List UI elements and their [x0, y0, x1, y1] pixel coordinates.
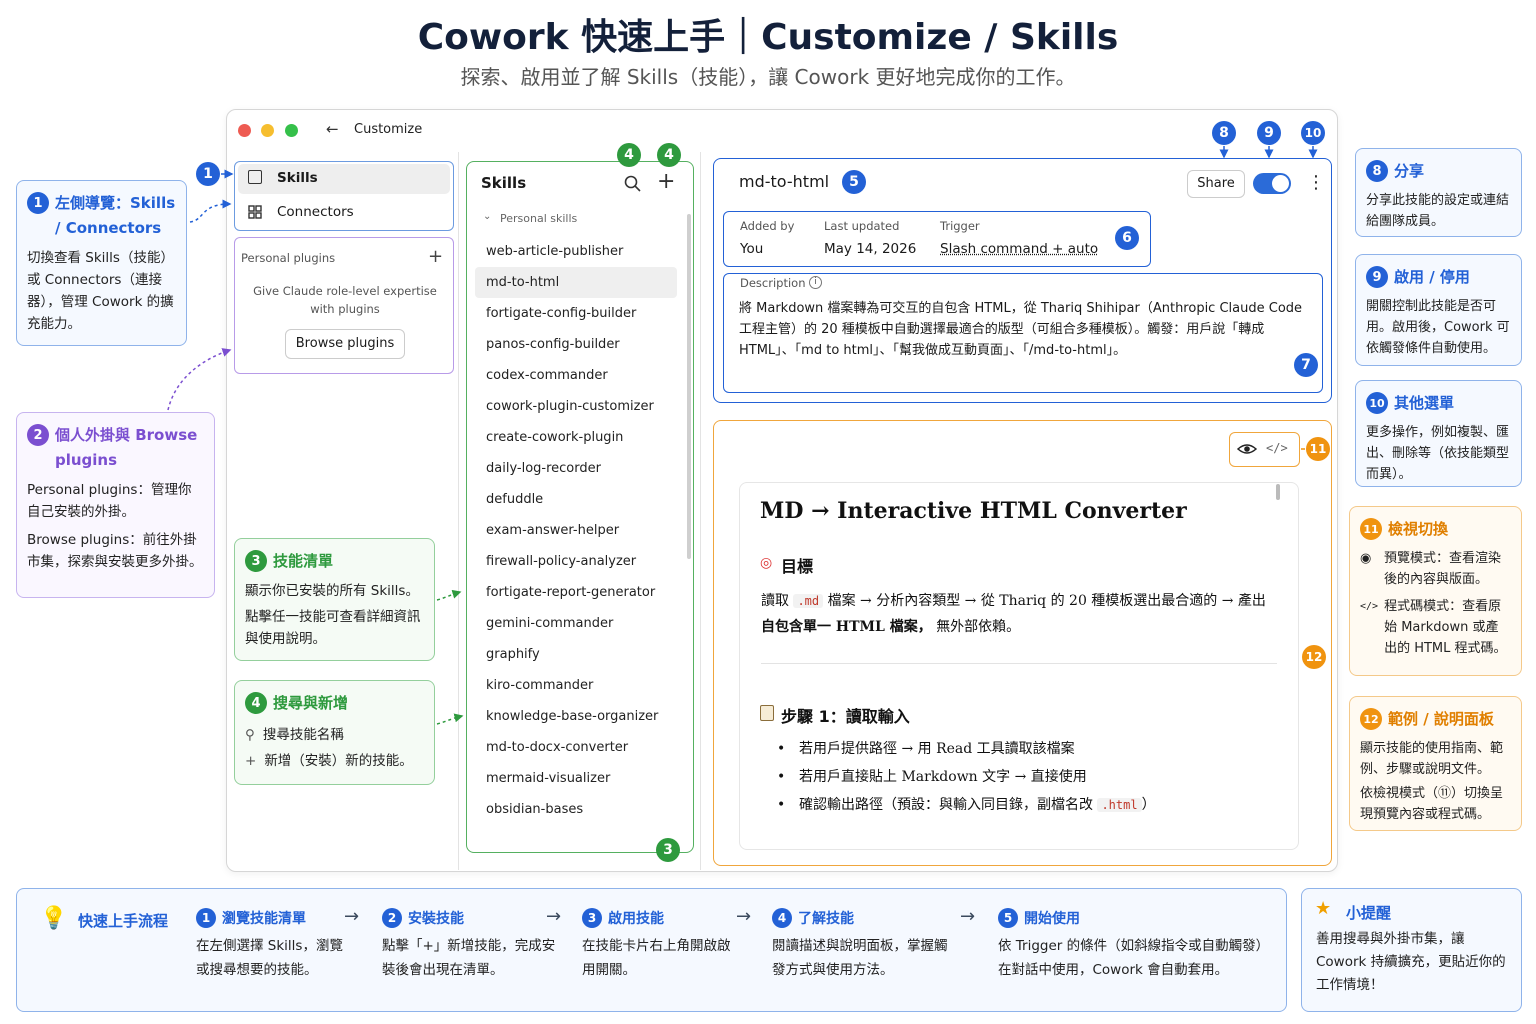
star-icon: ★ — [1315, 898, 1332, 919]
flow-title: 快速上手流程 — [78, 912, 169, 930]
tip-title: 小提醒 — [1346, 904, 1392, 922]
callout-view-toggle: 11 檢視切換 ◉ 預覽模式：查看渲染後的內容與版面。 </> 程式碼模式：查看原始 … — [1349, 506, 1522, 676]
flow-step-2: 2 安裝技能 點擊「+」新增技能，完成安裝後會出現在清單。 — [382, 908, 557, 982]
callout-more-menu: 10 其他選單 更多操作，例如複製、匯出、刪除等（依技能類型而異）。 — [1355, 380, 1522, 487]
search-icon: ⚲ — [245, 727, 255, 743]
code-icon: </> — [1360, 601, 1379, 612]
eye-icon: ◉ — [1360, 551, 1372, 566]
callout-left-nav: 1 左側導覽：Skills / Connectors 切換查看 Skills（技能… — [16, 180, 187, 346]
flow-arrow: → — [736, 906, 752, 927]
flow-step-5: 5 開始使用 依 Trigger 的條件（如斜線指令或自動觸發）在對話中使用，Co… — [998, 908, 1278, 982]
callout-plugins: 2 個人外掛與 Browse plugins Personal plugins：管… — [16, 412, 215, 598]
plus-icon: + — [245, 753, 257, 769]
flow-arrow: → — [546, 906, 562, 927]
flow-arrow: → — [344, 906, 360, 927]
callout-skill-list: 3 技能清單 顯示你已安裝的所有 Skills。 點擊任一技能可查看詳細資訊與使用… — [234, 538, 435, 661]
flow-arrow: → — [960, 906, 976, 927]
callout-example-panel: 12 範例 / 說明面板 顯示技能的使用指南、範例、步驟或說明文件。 依檢視模式（… — [1349, 696, 1522, 831]
flow-step-4: 4 了解技能 閱讀描述與說明面板，掌握觸發方式與使用方法。 — [772, 908, 952, 982]
lightbulb-icon: 💡 — [40, 906, 68, 931]
connector-arrows — [167, 146, 1318, 725]
flow-step-1: 1 瀏覽技能清單 在左側選擇 Skills，瀏覽或搜尋想要的技能。 — [196, 908, 356, 982]
callout-toggle: 9 啟用 / 停用 開關控制此技能是否可用。啟用後，Cowork 可依觸發條件自動… — [1355, 254, 1522, 366]
callout-share: 8 分享 分享此技能的設定或連結給團隊成員。 — [1355, 148, 1522, 237]
callout-search-add: 4 搜尋與新增 ⚲ 搜尋技能名稱 + 新增（安裝）新的技能。 — [234, 680, 435, 785]
flow-step-3: 3 啟用技能 在技能卡片右上角開啟啟用開關。 — [582, 908, 737, 982]
tip-text: 善用搜尋與外掛市集，讓 Cowork 持續擴充，更貼近你的工作情境！ — [1316, 931, 1506, 993]
